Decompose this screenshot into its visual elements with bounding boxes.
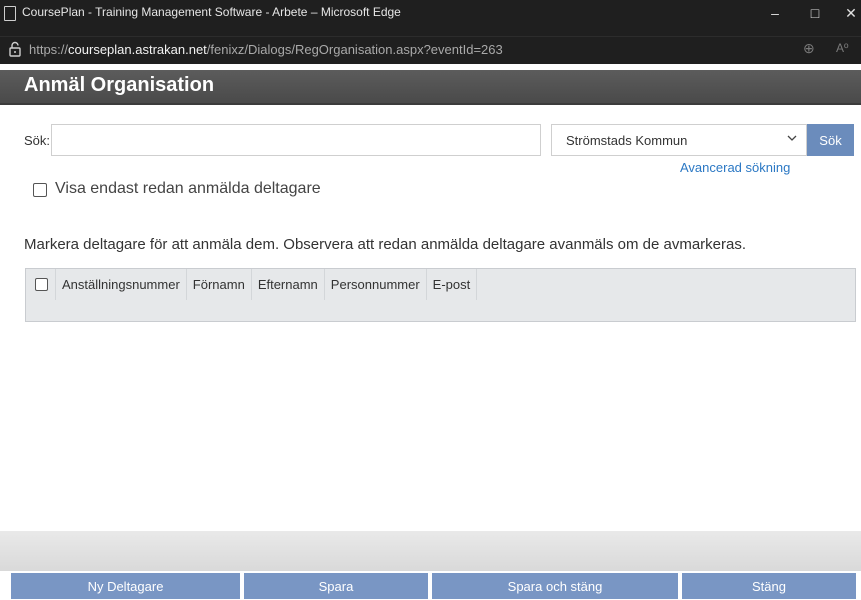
close-button[interactable]: Stäng <box>682 573 856 599</box>
advanced-search-link[interactable]: Avancerad sökning <box>680 160 790 175</box>
column-last-name[interactable]: Efternamn <box>252 269 325 300</box>
show-registered-checkbox[interactable] <box>33 183 47 197</box>
zoom-icon[interactable]: ⊕ <box>803 40 815 57</box>
search-input[interactable] <box>51 124 541 156</box>
organisation-select[interactable]: Strömstads Kommun <box>551 124 807 156</box>
instruction-text: Markera deltagare för att anmäla dem. Ob… <box>24 236 747 253</box>
select-all-checkbox[interactable] <box>35 278 48 291</box>
footer-band <box>0 531 861 571</box>
window-title: CoursePlan - Training Management Softwar… <box>22 5 401 19</box>
new-participant-button[interactable]: Ny Deltagare <box>11 573 240 599</box>
organisation-selected-value: Strömstads Kommun <box>566 133 688 148</box>
read-aloud-icon[interactable]: Aº <box>836 41 848 55</box>
select-all-cell <box>26 269 56 300</box>
search-button[interactable]: Sök <box>807 124 854 156</box>
url-path: /fenixz/Dialogs/RegOrganisation.aspx?eve… <box>206 42 503 57</box>
save-and-close-button[interactable]: Spara och stäng <box>432 573 678 599</box>
table-header: Anställningsnummer Förnamn Efternamn Per… <box>26 269 478 300</box>
url-text[interactable]: https://courseplan.astrakan.net/fenixz/D… <box>29 42 503 57</box>
show-registered-label: Visa endast redan anmälda deltagare <box>55 180 321 197</box>
maximize-button[interactable]: □ <box>800 2 830 24</box>
search-label: Sök: <box>24 133 51 148</box>
lock-icon[interactable] <box>6 40 24 58</box>
browser-title-bar: CoursePlan - Training Management Softwar… <box>0 0 861 36</box>
minimize-button[interactable]: – <box>760 2 790 24</box>
column-first-name[interactable]: Förnamn <box>187 269 252 300</box>
page-title: Anmäl Organisation <box>24 74 215 96</box>
column-personal-number[interactable]: Personnummer <box>325 269 427 300</box>
url-prefix: https:// <box>29 42 69 57</box>
chevron-down-icon <box>787 135 797 141</box>
close-window-button[interactable]: ✕ <box>836 2 861 24</box>
address-bar: https://courseplan.astrakan.net/fenixz/D… <box>0 36 861 64</box>
column-email[interactable]: E-post <box>427 269 478 300</box>
page-icon <box>4 6 16 21</box>
save-button[interactable]: Spara <box>244 573 428 599</box>
url-host: courseplan.astrakan.net <box>68 42 207 57</box>
page-header: Anmäl Organisation <box>0 70 861 105</box>
column-employee-number[interactable]: Anställningsnummer <box>56 269 187 300</box>
participants-table: Anställningsnummer Förnamn Efternamn Per… <box>25 268 856 322</box>
